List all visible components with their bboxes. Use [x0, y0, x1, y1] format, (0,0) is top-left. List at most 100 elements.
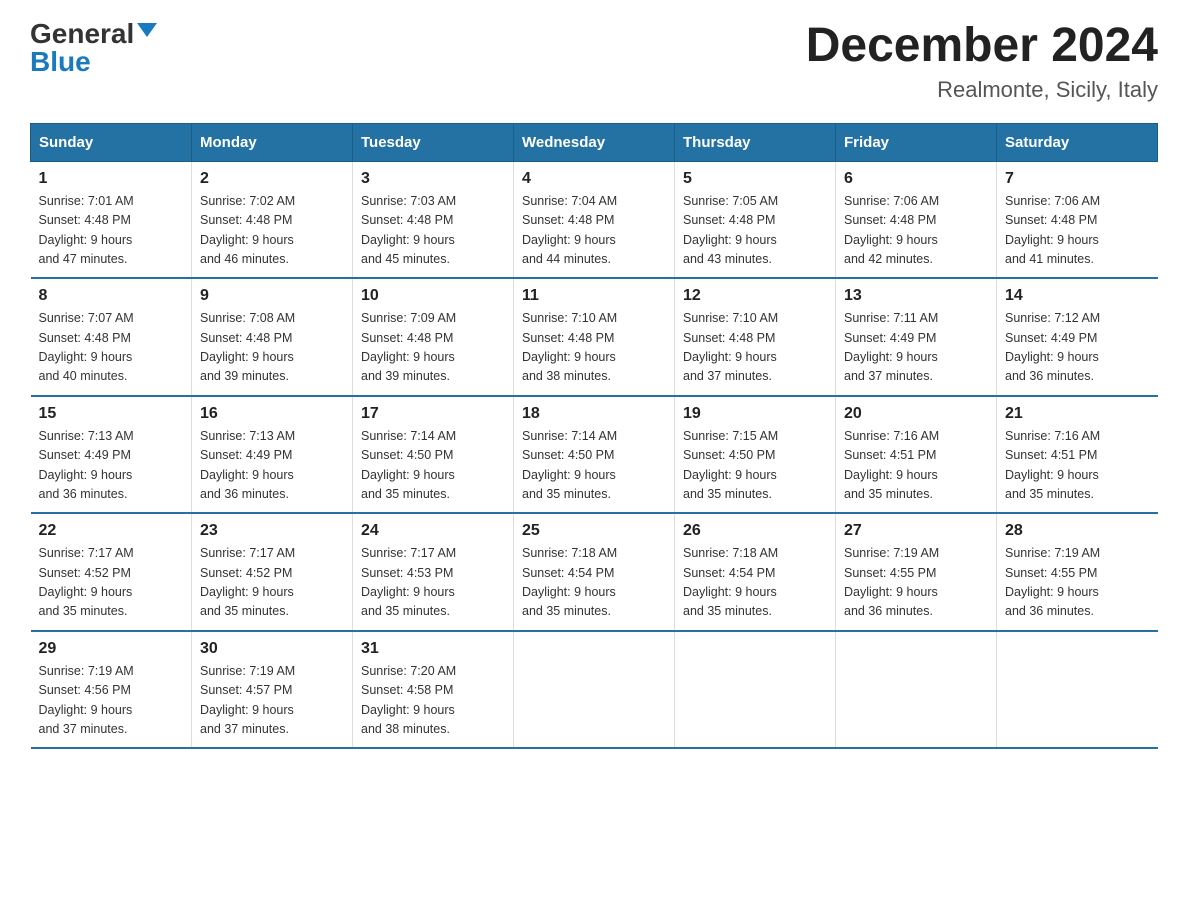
calendar-cell: 30 Sunrise: 7:19 AM Sunset: 4:57 PM Dayl…: [192, 631, 353, 749]
calendar-cell: 16 Sunrise: 7:13 AM Sunset: 4:49 PM Dayl…: [192, 396, 353, 514]
day-info: Sunrise: 7:12 AM Sunset: 4:49 PM Dayligh…: [1005, 309, 1150, 387]
day-number: 28: [1005, 522, 1150, 540]
day-number: 14: [1005, 287, 1150, 305]
calendar-week-4: 22 Sunrise: 7:17 AM Sunset: 4:52 PM Dayl…: [31, 513, 1158, 631]
day-info: Sunrise: 7:16 AM Sunset: 4:51 PM Dayligh…: [1005, 427, 1150, 505]
calendar-cell: 20 Sunrise: 7:16 AM Sunset: 4:51 PM Dayl…: [836, 396, 997, 514]
day-number: 7: [1005, 170, 1150, 188]
page-header: General Blue December 2024 Realmonte, Si…: [30, 20, 1158, 103]
day-number: 19: [683, 405, 827, 423]
day-number: 25: [522, 522, 666, 540]
day-info: Sunrise: 7:19 AM Sunset: 4:55 PM Dayligh…: [1005, 544, 1150, 622]
calendar-cell: 26 Sunrise: 7:18 AM Sunset: 4:54 PM Dayl…: [675, 513, 836, 631]
calendar-header-row: Sunday Monday Tuesday Wednesday Thursday…: [31, 123, 1158, 161]
day-info: Sunrise: 7:09 AM Sunset: 4:48 PM Dayligh…: [361, 309, 505, 387]
day-info: Sunrise: 7:20 AM Sunset: 4:58 PM Dayligh…: [361, 662, 505, 740]
day-info: Sunrise: 7:08 AM Sunset: 4:48 PM Dayligh…: [200, 309, 344, 387]
day-number: 2: [200, 170, 344, 188]
logo-general-text: General: [30, 20, 134, 48]
day-number: 26: [683, 522, 827, 540]
day-info: Sunrise: 7:10 AM Sunset: 4:48 PM Dayligh…: [683, 309, 827, 387]
day-info: Sunrise: 7:19 AM Sunset: 4:57 PM Dayligh…: [200, 662, 344, 740]
day-info: Sunrise: 7:06 AM Sunset: 4:48 PM Dayligh…: [844, 192, 988, 270]
day-number: 11: [522, 287, 666, 305]
calendar-cell: 21 Sunrise: 7:16 AM Sunset: 4:51 PM Dayl…: [997, 396, 1158, 514]
day-info: Sunrise: 7:03 AM Sunset: 4:48 PM Dayligh…: [361, 192, 505, 270]
calendar-cell: 7 Sunrise: 7:06 AM Sunset: 4:48 PM Dayli…: [997, 161, 1158, 278]
col-tuesday: Tuesday: [353, 123, 514, 161]
calendar-week-5: 29 Sunrise: 7:19 AM Sunset: 4:56 PM Dayl…: [31, 631, 1158, 749]
day-info: Sunrise: 7:15 AM Sunset: 4:50 PM Dayligh…: [683, 427, 827, 505]
calendar-cell: 29 Sunrise: 7:19 AM Sunset: 4:56 PM Dayl…: [31, 631, 192, 749]
calendar-table: Sunday Monday Tuesday Wednesday Thursday…: [30, 123, 1158, 750]
calendar-cell: 15 Sunrise: 7:13 AM Sunset: 4:49 PM Dayl…: [31, 396, 192, 514]
day-info: Sunrise: 7:14 AM Sunset: 4:50 PM Dayligh…: [361, 427, 505, 505]
calendar-cell: 2 Sunrise: 7:02 AM Sunset: 4:48 PM Dayli…: [192, 161, 353, 278]
day-info: Sunrise: 7:10 AM Sunset: 4:48 PM Dayligh…: [522, 309, 666, 387]
calendar-cell: 12 Sunrise: 7:10 AM Sunset: 4:48 PM Dayl…: [675, 278, 836, 396]
calendar-cell: 25 Sunrise: 7:18 AM Sunset: 4:54 PM Dayl…: [514, 513, 675, 631]
calendar-cell: 28 Sunrise: 7:19 AM Sunset: 4:55 PM Dayl…: [997, 513, 1158, 631]
col-monday: Monday: [192, 123, 353, 161]
calendar-cell: 27 Sunrise: 7:19 AM Sunset: 4:55 PM Dayl…: [836, 513, 997, 631]
day-info: Sunrise: 7:02 AM Sunset: 4:48 PM Dayligh…: [200, 192, 344, 270]
day-number: 9: [200, 287, 344, 305]
calendar-week-1: 1 Sunrise: 7:01 AM Sunset: 4:48 PM Dayli…: [31, 161, 1158, 278]
calendar-cell: [514, 631, 675, 749]
day-number: 17: [361, 405, 505, 423]
calendar-cell: 13 Sunrise: 7:11 AM Sunset: 4:49 PM Dayl…: [836, 278, 997, 396]
calendar-cell: 19 Sunrise: 7:15 AM Sunset: 4:50 PM Dayl…: [675, 396, 836, 514]
col-wednesday: Wednesday: [514, 123, 675, 161]
day-number: 29: [39, 640, 184, 658]
day-number: 20: [844, 405, 988, 423]
calendar-cell: 4 Sunrise: 7:04 AM Sunset: 4:48 PM Dayli…: [514, 161, 675, 278]
day-info: Sunrise: 7:18 AM Sunset: 4:54 PM Dayligh…: [683, 544, 827, 622]
calendar-cell: 8 Sunrise: 7:07 AM Sunset: 4:48 PM Dayli…: [31, 278, 192, 396]
calendar-cell: 11 Sunrise: 7:10 AM Sunset: 4:48 PM Dayl…: [514, 278, 675, 396]
day-info: Sunrise: 7:14 AM Sunset: 4:50 PM Dayligh…: [522, 427, 666, 505]
calendar-cell: 31 Sunrise: 7:20 AM Sunset: 4:58 PM Dayl…: [353, 631, 514, 749]
day-number: 3: [361, 170, 505, 188]
day-number: 13: [844, 287, 988, 305]
day-number: 8: [39, 287, 184, 305]
logo-triangle-icon: [137, 23, 157, 37]
day-info: Sunrise: 7:18 AM Sunset: 4:54 PM Dayligh…: [522, 544, 666, 622]
location-title: Realmonte, Sicily, Italy: [806, 77, 1158, 103]
calendar-week-3: 15 Sunrise: 7:13 AM Sunset: 4:49 PM Dayl…: [31, 396, 1158, 514]
day-number: 4: [522, 170, 666, 188]
day-info: Sunrise: 7:07 AM Sunset: 4:48 PM Dayligh…: [39, 309, 184, 387]
day-info: Sunrise: 7:13 AM Sunset: 4:49 PM Dayligh…: [200, 427, 344, 505]
calendar-cell: 18 Sunrise: 7:14 AM Sunset: 4:50 PM Dayl…: [514, 396, 675, 514]
day-number: 5: [683, 170, 827, 188]
day-number: 18: [522, 405, 666, 423]
col-saturday: Saturday: [997, 123, 1158, 161]
calendar-cell: 1 Sunrise: 7:01 AM Sunset: 4:48 PM Dayli…: [31, 161, 192, 278]
day-info: Sunrise: 7:01 AM Sunset: 4:48 PM Dayligh…: [39, 192, 184, 270]
day-number: 30: [200, 640, 344, 658]
day-info: Sunrise: 7:17 AM Sunset: 4:53 PM Dayligh…: [361, 544, 505, 622]
calendar-cell: 14 Sunrise: 7:12 AM Sunset: 4:49 PM Dayl…: [997, 278, 1158, 396]
day-number: 10: [361, 287, 505, 305]
day-info: Sunrise: 7:16 AM Sunset: 4:51 PM Dayligh…: [844, 427, 988, 505]
day-number: 6: [844, 170, 988, 188]
calendar-cell: 17 Sunrise: 7:14 AM Sunset: 4:50 PM Dayl…: [353, 396, 514, 514]
day-info: Sunrise: 7:05 AM Sunset: 4:48 PM Dayligh…: [683, 192, 827, 270]
calendar-cell: [675, 631, 836, 749]
day-info: Sunrise: 7:17 AM Sunset: 4:52 PM Dayligh…: [200, 544, 344, 622]
day-number: 22: [39, 522, 184, 540]
day-info: Sunrise: 7:19 AM Sunset: 4:55 PM Dayligh…: [844, 544, 988, 622]
day-number: 21: [1005, 405, 1150, 423]
col-friday: Friday: [836, 123, 997, 161]
day-number: 12: [683, 287, 827, 305]
day-info: Sunrise: 7:11 AM Sunset: 4:49 PM Dayligh…: [844, 309, 988, 387]
day-number: 31: [361, 640, 505, 658]
calendar-cell: 9 Sunrise: 7:08 AM Sunset: 4:48 PM Dayli…: [192, 278, 353, 396]
title-block: December 2024 Realmonte, Sicily, Italy: [806, 20, 1158, 103]
day-number: 27: [844, 522, 988, 540]
calendar-cell: 5 Sunrise: 7:05 AM Sunset: 4:48 PM Dayli…: [675, 161, 836, 278]
day-info: Sunrise: 7:13 AM Sunset: 4:49 PM Dayligh…: [39, 427, 184, 505]
calendar-cell: [836, 631, 997, 749]
calendar-cell: 23 Sunrise: 7:17 AM Sunset: 4:52 PM Dayl…: [192, 513, 353, 631]
calendar-cell: 24 Sunrise: 7:17 AM Sunset: 4:53 PM Dayl…: [353, 513, 514, 631]
month-title: December 2024: [806, 20, 1158, 73]
